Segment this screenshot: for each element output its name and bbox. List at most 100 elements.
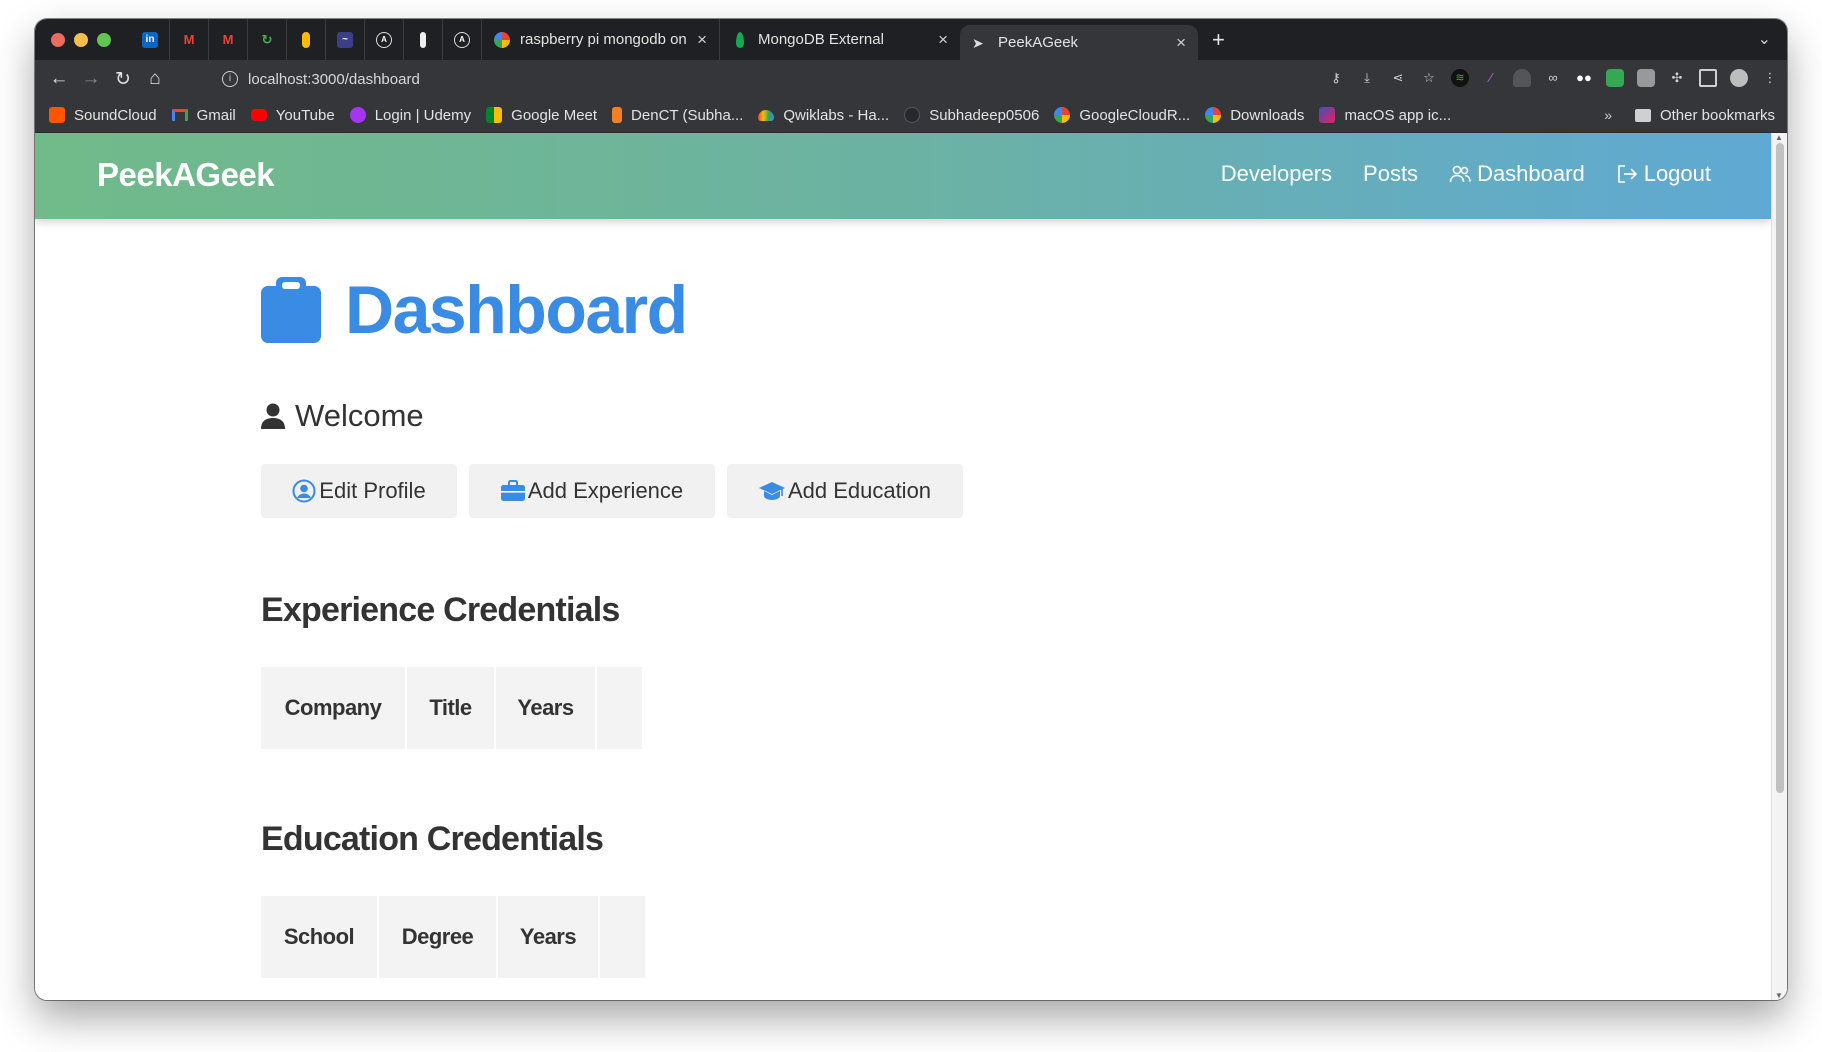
bookmark-label: DenCT (Subha... xyxy=(631,106,744,124)
youtube-icon xyxy=(250,109,267,121)
kebab-menu-icon[interactable]: ⋮ xyxy=(1761,69,1779,87)
side-panel-icon[interactable] xyxy=(1699,69,1717,87)
bookmark-label: Other bookmarks xyxy=(1659,107,1775,124)
udemy-icon xyxy=(349,107,366,123)
minimize-window-button[interactable] xyxy=(74,32,88,47)
table-header-years: Years xyxy=(496,667,595,749)
bookmark-label: SoundCloud xyxy=(74,106,157,124)
tab-search-chevron-icon[interactable]: ⌄ xyxy=(1758,29,1771,49)
close-tab-icon[interactable]: × xyxy=(1176,33,1186,53)
scroll-up-arrow-icon[interactable]: ▲ xyxy=(1775,133,1783,142)
bookmark-qwiklabs[interactable]: Qwiklabs - Ha... xyxy=(758,107,889,124)
pinned-tab-linkedin[interactable]: in xyxy=(131,19,170,60)
bookmark-label: YouTube xyxy=(275,106,335,124)
add-experience-button[interactable]: Add Experience xyxy=(469,464,715,518)
bookmark-soundcloud[interactable]: SoundCloud xyxy=(49,107,157,124)
pinned-tab-keep[interactable] xyxy=(287,19,326,60)
browser-window: in M M ↻ ~ A A raspberry pi mongodb on ×… xyxy=(35,19,1787,1000)
experience-table: Company Title Years xyxy=(261,667,644,749)
bookmark-label: Downloads xyxy=(1230,106,1305,124)
bookmark-google-meet[interactable]: Google Meet xyxy=(486,107,597,124)
scroll-down-arrow-icon[interactable]: ▼ xyxy=(1775,991,1783,1000)
table-header-actions xyxy=(597,667,642,749)
reload-icon[interactable]: ↻ xyxy=(107,68,139,91)
macos-app-icon xyxy=(1319,107,1336,123)
more-bookmarks-chevron-icon[interactable]: » xyxy=(1604,107,1612,123)
nav-link-logout[interactable]: Logout xyxy=(1616,161,1711,187)
add-education-button[interactable]: Add Education xyxy=(727,464,963,518)
bookmark-gmail[interactable]: Gmail xyxy=(171,107,236,124)
close-tab-icon[interactable]: × xyxy=(938,30,948,50)
puzzle-extensions-icon[interactable]: ✣ xyxy=(1668,69,1686,87)
bookmark-denct[interactable]: DenCT (Subha... xyxy=(612,107,743,124)
back-arrow-icon[interactable]: ← xyxy=(43,68,75,90)
window-controls xyxy=(51,32,111,47)
close-tab-icon[interactable]: × xyxy=(697,30,707,50)
tab-strip: in M M ↻ ~ A A raspberry pi mongodb on ×… xyxy=(35,19,1787,60)
tab-peekageek[interactable]: ➤ PeekAGeek × xyxy=(960,25,1198,60)
medium-icon[interactable]: ●● xyxy=(1575,69,1593,87)
bookmark-youtube[interactable]: YouTube xyxy=(250,106,335,124)
zoom-window-button[interactable] xyxy=(97,32,111,47)
pinned-tab-app-3[interactable]: A xyxy=(365,19,404,60)
dashboard-actions: Edit Profile Add Experience Add Educatio… xyxy=(261,464,975,518)
pinned-tab-app[interactable]: ↻ xyxy=(248,19,287,60)
education-heading: Education Credentials xyxy=(261,820,604,858)
a-bracket-icon: A xyxy=(376,31,392,48)
tab-raspberry-pi[interactable]: raspberry pi mongodb on × xyxy=(482,19,720,60)
android-icon[interactable] xyxy=(1513,69,1531,87)
bookmark-label: macOS app ic... xyxy=(1344,106,1452,124)
bookmark-downloads[interactable]: Downloads xyxy=(1205,107,1304,124)
bookmarks-bar: SoundCloud Gmail YouTube Login | Udemy G… xyxy=(35,98,1787,133)
google-icon xyxy=(1205,107,1222,123)
close-window-button[interactable] xyxy=(51,32,65,47)
site-brand-logo[interactable]: PeekAGeek xyxy=(97,156,275,194)
experience-heading: Experience Credentials xyxy=(261,591,620,629)
table-header-school: School xyxy=(261,896,377,978)
pinned-tab-gmail-2[interactable]: M xyxy=(209,19,248,60)
install-icon[interactable]: ⤓ xyxy=(1358,69,1376,87)
education-table: School Degree Years xyxy=(261,896,647,978)
nav-link-developers[interactable]: Developers xyxy=(1221,161,1332,187)
forward-arrow-icon[interactable]: → xyxy=(75,68,107,90)
nav-link-posts[interactable]: Posts xyxy=(1363,161,1418,187)
bookmark-macos-icons[interactable]: macOS app ic... xyxy=(1319,107,1451,124)
new-tab-button[interactable]: + xyxy=(1212,27,1225,53)
glasses-icon[interactable]: ∞ xyxy=(1544,69,1562,87)
home-icon[interactable]: ⌂ xyxy=(139,68,171,90)
welcome-message: Welcome xyxy=(261,398,424,434)
spotify-icon[interactable]: ≋ xyxy=(1451,69,1469,87)
microphone-icon xyxy=(420,31,426,48)
nav-link-dashboard[interactable]: Dashboard xyxy=(1449,161,1585,187)
page-scrollbar[interactable]: ▲ ▼ xyxy=(1771,133,1787,1000)
tab-mongodb-external[interactable]: MongoDB External × xyxy=(720,19,960,60)
pinned-tabs: in M M ↻ ~ A A xyxy=(131,19,482,60)
pinned-tab-app-4[interactable] xyxy=(404,19,443,60)
profile-avatar[interactable] xyxy=(1730,69,1748,87)
github-icon xyxy=(904,107,921,123)
feather-icon[interactable]: ⁄ xyxy=(1482,69,1500,87)
pinned-tab-gmail[interactable]: M xyxy=(170,19,209,60)
add-experience-label: Add Experience xyxy=(527,478,684,503)
camera-icon[interactable] xyxy=(1637,69,1655,87)
bookmark-star-icon[interactable]: ☆ xyxy=(1420,69,1438,87)
pinned-tab-app-2[interactable]: ~ xyxy=(326,19,365,60)
green-extension-icon[interactable] xyxy=(1606,69,1624,87)
other-bookmarks-folder[interactable]: Other bookmarks xyxy=(1634,98,1775,133)
bookmark-googlecloud[interactable]: GoogleCloudR... xyxy=(1054,107,1190,124)
gmail-icon xyxy=(171,109,188,121)
page-title: Dashboard xyxy=(345,272,688,348)
edit-profile-button[interactable]: Edit Profile xyxy=(261,464,457,518)
google-meet-icon xyxy=(486,107,503,123)
pinned-tab-app-5[interactable]: A xyxy=(443,19,482,60)
url-text[interactable]: localhost:3000/dashboard xyxy=(248,71,420,88)
share-icon[interactable]: ⋖ xyxy=(1389,69,1407,87)
bookmark-udemy[interactable]: Login | Udemy xyxy=(349,107,471,124)
key-icon[interactable]: ⚷ xyxy=(1327,69,1345,87)
logout-icon xyxy=(1617,165,1637,183)
bookmark-github[interactable]: Subhadeep0506 xyxy=(904,107,1039,124)
nav-link-logout-label: Logout xyxy=(1643,161,1711,186)
scrollbar-thumb[interactable] xyxy=(1776,143,1784,793)
stackoverflow-icon xyxy=(612,107,623,123)
site-info-icon[interactable]: i xyxy=(222,71,238,87)
